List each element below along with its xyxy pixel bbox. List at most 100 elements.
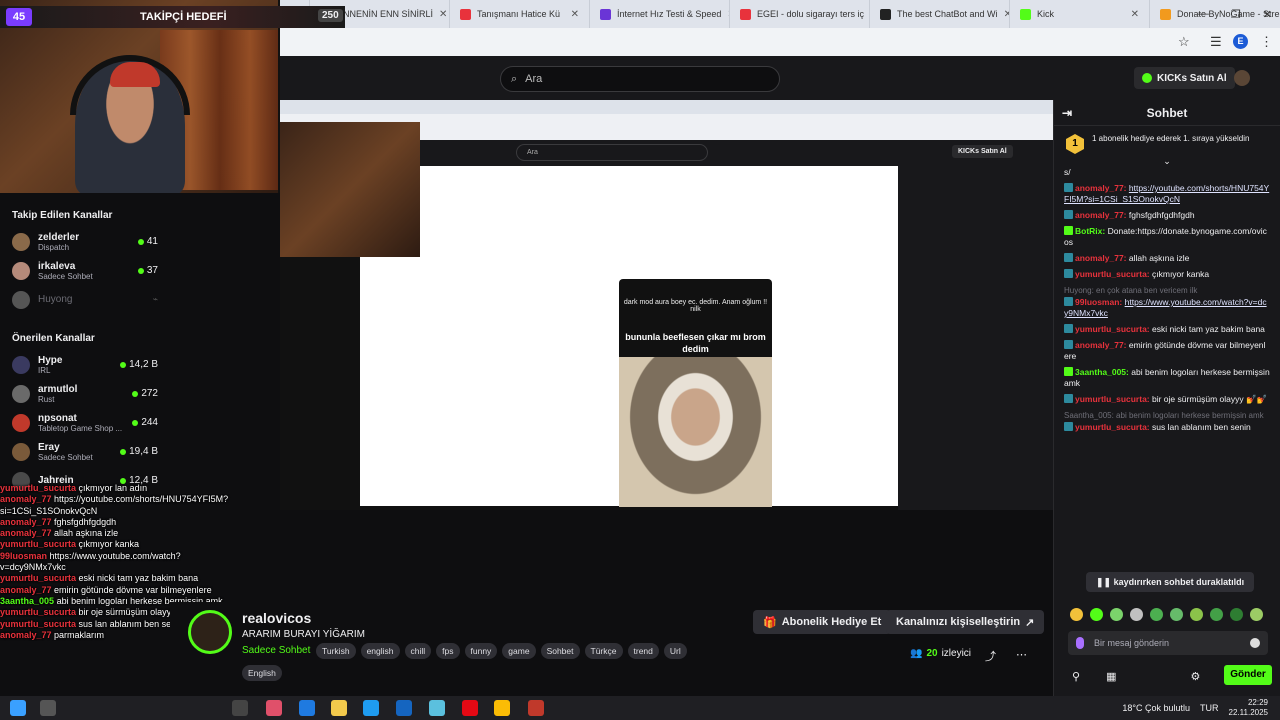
tab-label: EGEI - dolu sigarayı ters iç [757, 9, 865, 19]
reply-preview[interactable]: Huyong: en çok atana ben vericem ilk [1064, 285, 1270, 296]
sidebar-channel[interactable]: Hype IRL 14,2 B [0, 350, 170, 379]
netflix-icon[interactable] [462, 700, 478, 716]
sidebar-channel[interactable]: npsonat Tabletop Game Shop ... 244 [0, 408, 170, 437]
goal-count: 45 [6, 8, 32, 26]
close-tab-icon[interactable]: ✕ [571, 9, 579, 20]
stream-tag[interactable]: game [502, 643, 536, 659]
store-icon[interactable] [363, 700, 379, 716]
profile-avatar[interactable]: E [1233, 34, 1248, 49]
overlay-chat-user: yumurtlu_sucurta [0, 618, 77, 629]
chat-username[interactable]: yumurtlu_sucurta: [1075, 422, 1150, 432]
emote-icon[interactable] [1150, 608, 1163, 621]
outlook-icon[interactable] [396, 700, 412, 716]
stream-tag[interactable]: trend [627, 643, 659, 659]
stream-tag[interactable]: Türkçe [584, 643, 623, 659]
stream-tag[interactable]: english [360, 643, 400, 659]
chat-username[interactable]: yumurtlu_sucurta: [1075, 394, 1150, 404]
settings-gear-icon[interactable]: ⚙ [1190, 670, 1200, 683]
close-tab-icon[interactable]: ✕ [439, 9, 447, 20]
obs-icon[interactable] [528, 700, 544, 716]
language-tag[interactable]: English [242, 665, 282, 681]
chat-message: s/ [1064, 167, 1270, 178]
emote-icon[interactable] [1170, 608, 1183, 621]
stream-tag[interactable]: Sohbet [540, 643, 580, 659]
sidebar-channel[interactable]: zelderler Dispatch 41 [0, 227, 170, 256]
browser-tab[interactable]: Tanışmanı Hatice Kü ✕ [450, 0, 590, 28]
browser-menu-icon[interactable]: ⋮ [1260, 34, 1273, 50]
chat-username[interactable]: yumurtlu_sucurta: [1075, 324, 1150, 334]
emote-icon[interactable] [1090, 608, 1103, 621]
sidebar-channel[interactable]: armutlol Rust 272 [0, 379, 170, 408]
stream-tag[interactable]: Turkish [316, 643, 356, 659]
file-explorer-icon[interactable] [331, 700, 347, 716]
browser-tab[interactable]: Kick ✕ [1010, 0, 1150, 28]
user-avatar[interactable] [1234, 70, 1250, 86]
stream-tag[interactable]: chill [404, 643, 432, 659]
browser-tab[interactable]: İnternet Hız Testi & Speed ✕ [590, 0, 730, 28]
overlay-chat-line: 99luosman https://www.youtube.com/watch? [0, 551, 240, 562]
chat-username[interactable]: anomaly_77: [1075, 340, 1127, 350]
chat-username[interactable]: 3aantha_005: [1075, 367, 1129, 377]
streamer-name[interactable]: realovicos [242, 610, 311, 626]
close-tab-icon[interactable]: ✕ [1131, 9, 1139, 20]
taskbar-search-icon[interactable] [40, 700, 56, 716]
chat-username[interactable]: anomaly_77: [1075, 253, 1127, 263]
streamer-avatar[interactable] [188, 610, 232, 654]
chat-tools-icon[interactable]: ⚲ [1072, 670, 1080, 683]
chat-paused-banner[interactable]: ❚❚ kaydırırken sohbet duraklatıldı [1086, 572, 1255, 592]
chat-username[interactable]: BotRix: [1075, 226, 1105, 236]
send-button[interactable]: Gönder [1224, 665, 1272, 685]
minimize-button[interactable]: — [1198, 8, 1209, 20]
browser-tab[interactable]: The best ChatBot and Wi ✕ [870, 0, 1010, 28]
language-indicator[interactable]: TUR [1200, 703, 1219, 713]
bookmark-star-icon[interactable]: ☆ [1178, 34, 1190, 50]
browser-tab[interactable]: EGEI - dolu sigarayı ters iç ✕ [730, 0, 870, 28]
stream-tag[interactable]: funny [464, 643, 498, 659]
gift-subscription-button[interactable]: 🎁 Abonelik Hediye Et [753, 610, 892, 634]
emote-icon[interactable] [1250, 608, 1263, 621]
chat-message-input[interactable]: Bir mesaj gönderin [1068, 631, 1268, 655]
mic-icon[interactable] [1076, 637, 1084, 649]
more-options-icon[interactable]: ⋯ [1016, 648, 1027, 661]
weather-text[interactable]: 18°C Çok bulutlu [1122, 703, 1190, 713]
chat-username[interactable]: 99luosman: [1075, 297, 1122, 307]
gift-box-icon[interactable]: ▦ [1106, 670, 1116, 683]
sidebar-channel[interactable]: Eray Sadece Sohbet 19,4 B [0, 437, 170, 466]
search-input[interactable]: ⌕ Ara [500, 66, 780, 92]
sidebar-channel[interactable]: Huyong ⌁ [0, 285, 170, 314]
emote-icon[interactable] [1210, 608, 1223, 621]
emote-icon[interactable] [1130, 608, 1143, 621]
sidebar-channel[interactable]: irkaleva Sadece Sohbet 37 [0, 256, 170, 285]
paused-label: kaydırırken sohbet duraklatıldı [1113, 577, 1245, 587]
reply-preview[interactable]: Saantha_005: abi benim logoları herkese … [1064, 410, 1270, 421]
chevron-down-icon[interactable]: ⌄ [1054, 156, 1280, 167]
emote-icon[interactable] [1110, 608, 1123, 621]
collapse-chat-icon[interactable]: ⇥ [1062, 106, 1072, 120]
reading-list-icon[interactable]: ☰ [1210, 34, 1222, 50]
chat-username[interactable]: anomaly_77: [1075, 210, 1127, 220]
customize-channel-button[interactable]: Kanalınızı kişiselleştirin ↗ [886, 610, 1045, 634]
emoji-picker-icon[interactable] [1250, 638, 1260, 648]
share-icon[interactable]: ⤴ [985, 648, 996, 664]
edge-icon[interactable] [299, 700, 315, 716]
emote-icon[interactable] [1230, 608, 1243, 621]
task-view-icon[interactable] [232, 700, 248, 716]
emote-icon[interactable] [1190, 608, 1203, 621]
chrome-icon[interactable] [494, 700, 510, 716]
stream-tag[interactable]: fps [436, 643, 460, 659]
chat-username[interactable]: yumurtlu_sucurta: [1075, 269, 1150, 279]
buy-kicks-button[interactable]: KICKs Satın Al [1134, 67, 1235, 89]
maximize-button[interactable]: ❐ [1231, 8, 1241, 21]
chat-username[interactable]: anomaly_77: [1075, 183, 1127, 193]
chat-message-text: bir oje sürmüşüm olayyy 💅💅 [1152, 394, 1268, 404]
windows-start-icon[interactable] [10, 700, 26, 716]
photos-icon[interactable] [429, 700, 445, 716]
video-player[interactable]: Ara KICKs Satın Al dark mod aura boey ec… [280, 100, 1053, 510]
emote-icon[interactable] [1070, 608, 1083, 621]
copilot-icon[interactable] [266, 700, 282, 716]
channel-name: Hype [38, 354, 63, 366]
clock[interactable]: 22:29 22.11.2025 [1229, 698, 1268, 718]
close-window-button[interactable]: ✕ [1263, 8, 1272, 21]
stream-tag[interactable]: Url [663, 643, 687, 659]
stream-category[interactable]: Sadece Sohbet [242, 645, 310, 656]
